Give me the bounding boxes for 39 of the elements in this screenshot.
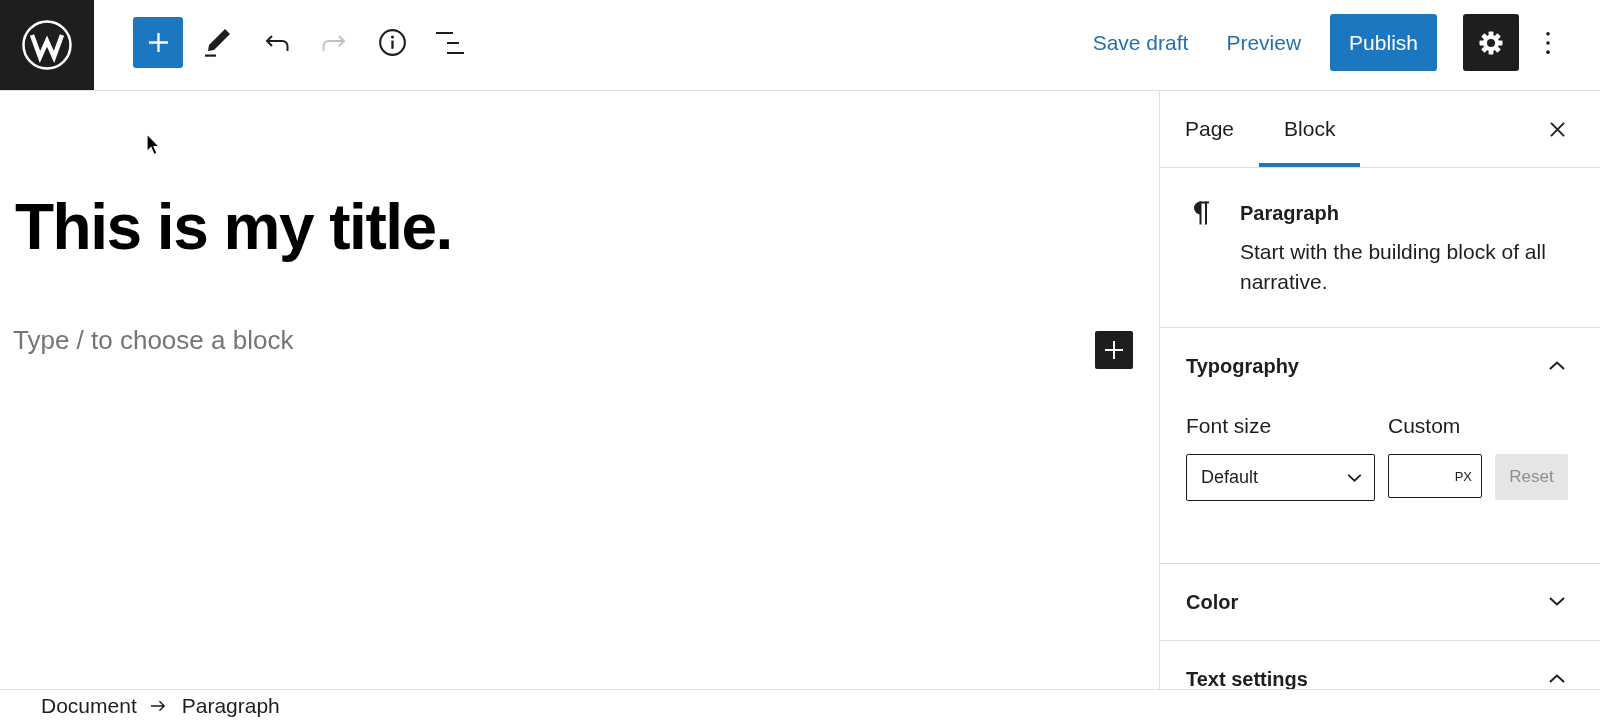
link-button[interactable]: Preview	[1214, 18, 1314, 67]
undo-icon	[263, 34, 289, 51]
link-button[interactable]: Save draft	[1080, 18, 1201, 67]
settings-icon	[1479, 30, 1503, 55]
info-icon	[378, 29, 406, 56]
pencil-icon	[205, 28, 231, 57]
block-inserter-button[interactable]	[1095, 330, 1133, 369]
mouse-pointer-icon	[146, 133, 160, 156]
plus-icon	[148, 33, 168, 52]
block-description: Start with the building block of all narrative.	[1240, 239, 1547, 295]
sidebar-tab[interactable]: Page	[1160, 91, 1260, 167]
paragraph-icon	[1193, 201, 1210, 225]
list-view-icon	[436, 31, 464, 54]
chevron-down-icon	[1549, 597, 1565, 606]
field-label: Custom	[1388, 414, 1462, 438]
chevron-down-icon	[1347, 473, 1362, 482]
redo-icon	[321, 34, 347, 51]
breadcrumb-link[interactable]: Document	[41, 693, 137, 718]
add-block-button[interactable]	[133, 17, 183, 68]
font-size-select[interactable]: Default	[1186, 454, 1375, 501]
block-title: Paragraph	[1240, 201, 1340, 225]
chevron-up-icon	[1549, 674, 1565, 683]
sidebar-tab[interactable]: Block	[1259, 91, 1361, 167]
custom-size-field[interactable]: PX	[1388, 454, 1482, 498]
chevron-up-icon	[1549, 361, 1565, 370]
arrow-right-icon	[150, 699, 166, 712]
panel-toggle[interactable]: Color	[1160, 564, 1600, 640]
close-icon	[1549, 121, 1565, 137]
breadcrumb-link[interactable]: Paragraph	[181, 693, 280, 718]
panel-toggle[interactable]: Typography	[1160, 328, 1600, 404]
primary-button[interactable]: Publish	[1330, 14, 1437, 71]
logo-button[interactable]	[0, 0, 94, 90]
title-field[interactable]: This is my title.	[15, 189, 1133, 266]
paragraph-input[interactable]: Type / to choose a block	[13, 324, 1075, 355]
settings-button[interactable]	[1463, 14, 1519, 71]
plus-icon	[1105, 340, 1123, 359]
more-icon	[1546, 31, 1550, 54]
field-label: Font size	[1186, 414, 1273, 438]
logo-icon	[22, 20, 72, 70]
